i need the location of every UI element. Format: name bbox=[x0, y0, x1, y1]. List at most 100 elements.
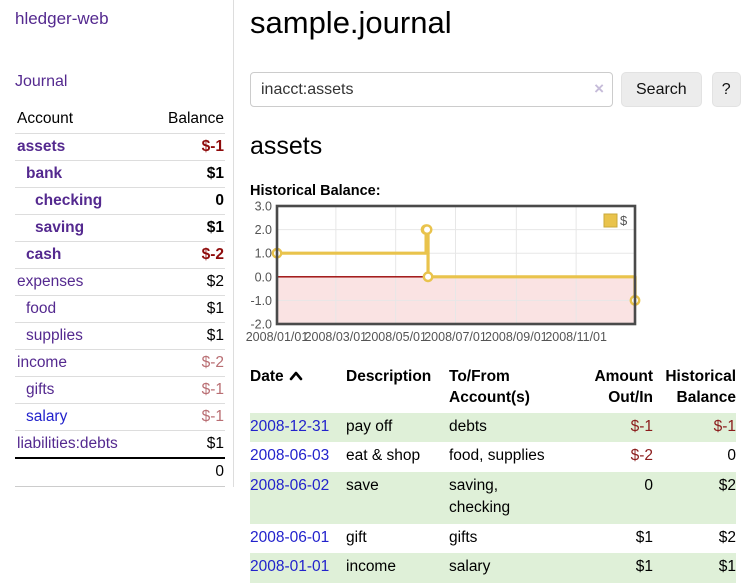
account-balance: $-2 bbox=[148, 350, 225, 377]
clear-search-icon[interactable]: × bbox=[594, 79, 604, 99]
y-tick-label: -1.0 bbox=[250, 294, 272, 308]
register-header-date[interactable]: Date bbox=[250, 365, 346, 413]
account-link-checking[interactable]: checking bbox=[35, 192, 102, 209]
data-point-marker bbox=[424, 273, 432, 281]
chart-title: Historical Balance: bbox=[250, 183, 741, 199]
account-name-cell: supplies bbox=[15, 323, 148, 350]
account-row: liabilities:debts $1 bbox=[15, 431, 225, 459]
register-header-date-label: Date bbox=[250, 368, 284, 385]
transaction-amount: $1 bbox=[568, 553, 653, 582]
accounts-table: Account Balance assets $-1 bank $1 checking 0… bbox=[15, 106, 225, 487]
account-link-supplies[interactable]: supplies bbox=[26, 327, 83, 344]
data-point-marker bbox=[423, 225, 431, 233]
transaction-description: save bbox=[346, 472, 449, 524]
accounts-header-row: Account Balance bbox=[15, 106, 225, 134]
sidebar-item-journal[interactable]: Journal bbox=[15, 73, 67, 91]
page-title: sample.journal bbox=[250, 0, 741, 41]
y-tick-label: 2.0 bbox=[255, 223, 272, 237]
y-tick-label: 1.0 bbox=[255, 247, 272, 261]
account-link-assets[interactable]: assets bbox=[17, 138, 65, 155]
transaction-balance: $2 bbox=[653, 472, 736, 524]
transaction-date-link[interactable]: 2008-06-02 bbox=[250, 477, 329, 494]
search-button[interactable]: Search bbox=[621, 72, 702, 107]
transaction-accounts: debts bbox=[449, 413, 568, 442]
accounts-total-spacer bbox=[15, 458, 148, 487]
account-balance: $-1 bbox=[148, 134, 225, 161]
account-name-cell: income bbox=[15, 350, 148, 377]
transaction-amount: $1 bbox=[568, 524, 653, 553]
search-help-button[interactable]: ? bbox=[712, 72, 741, 107]
transaction-description: pay off bbox=[346, 413, 449, 442]
account-balance: $-1 bbox=[148, 377, 225, 404]
sidebar: hledger-web Journal Account Balance asse… bbox=[0, 0, 234, 487]
transaction-row: 2008-01-01incomesalary$1$1 bbox=[250, 553, 736, 582]
account-name-cell: assets bbox=[15, 134, 148, 161]
x-tick-label: 2008/01/01 bbox=[246, 330, 309, 344]
historical-balance-chart: $3.02.01.00.0-1.0-2.02008/01/012008/03/0… bbox=[250, 204, 650, 346]
sort-ascending-icon bbox=[289, 367, 303, 388]
transaction-description: eat & shop bbox=[346, 442, 449, 471]
y-tick-label: 3.0 bbox=[255, 200, 272, 214]
account-balance: $1 bbox=[148, 161, 225, 188]
transaction-balance: $1 bbox=[653, 553, 736, 582]
account-link-bank[interactable]: bank bbox=[26, 165, 62, 182]
search-input-wrap: × bbox=[250, 72, 613, 107]
y-tick-label: 0.0 bbox=[255, 270, 272, 284]
search-input[interactable] bbox=[250, 72, 613, 107]
register-header-row: Date Description To/From Account(s) Amou… bbox=[250, 365, 736, 413]
accounts-total-row: 0 bbox=[15, 458, 225, 487]
legend-label: $ bbox=[620, 213, 628, 228]
account-name-cell: cash bbox=[15, 242, 148, 269]
account-link-income[interactable]: income bbox=[17, 354, 67, 371]
account-link-cash[interactable]: cash bbox=[26, 246, 61, 263]
main-content: sample.journal × Search ? assets Histori… bbox=[234, 0, 742, 583]
transaction-row: 2008-12-31pay offdebts$-1$-1 bbox=[250, 413, 736, 442]
transaction-date-cell: 2008-06-03 bbox=[250, 442, 346, 471]
account-link-saving[interactable]: saving bbox=[35, 219, 84, 236]
account-row: bank $1 bbox=[15, 161, 225, 188]
transaction-balance: 0 bbox=[653, 442, 736, 471]
chart-svg: $3.02.01.00.0-1.0-2.02008/01/012008/03/0… bbox=[250, 204, 650, 346]
transaction-date-link[interactable]: 2008-06-01 bbox=[250, 529, 329, 546]
account-balance: $-1 bbox=[148, 404, 225, 431]
account-heading: assets bbox=[250, 132, 741, 161]
transaction-amount: $-2 bbox=[568, 442, 653, 471]
transaction-description: income bbox=[346, 553, 449, 582]
transaction-accounts: food, supplies bbox=[449, 442, 568, 471]
account-name-cell: liabilities:debts bbox=[15, 431, 148, 459]
account-row: gifts $-1 bbox=[15, 377, 225, 404]
x-tick-label: 2008/11/01 bbox=[545, 330, 607, 344]
account-row: saving$1 bbox=[15, 215, 225, 242]
account-row: cash$-2 bbox=[15, 242, 225, 269]
transaction-date-cell: 2008-01-01 bbox=[250, 553, 346, 582]
register-header-amount: Amount Out/In bbox=[568, 365, 653, 413]
account-balance: $1 bbox=[148, 431, 225, 459]
accounts-header-account: Account bbox=[15, 106, 148, 134]
transaction-date-cell: 2008-12-31 bbox=[250, 413, 346, 442]
app-window: hledger-web Journal Account Balance asse… bbox=[0, 0, 742, 583]
transaction-date-cell: 2008-06-01 bbox=[250, 524, 346, 553]
account-balance: $1 bbox=[148, 323, 225, 350]
account-link-food[interactable]: food bbox=[26, 300, 56, 317]
account-link-salary[interactable]: salary bbox=[26, 408, 67, 425]
account-name-cell: saving bbox=[15, 215, 148, 242]
account-link-liabilities-debts[interactable]: liabilities:debts bbox=[17, 435, 118, 452]
transaction-balance: $2 bbox=[653, 524, 736, 553]
account-balance: 0 bbox=[148, 188, 225, 215]
account-name-cell: checking bbox=[15, 188, 148, 215]
account-row: assets $-1 bbox=[15, 134, 225, 161]
account-row: food $1 bbox=[15, 296, 225, 323]
transaction-row: 2008-06-01 giftgifts$1$2 bbox=[250, 524, 736, 553]
transaction-date-link[interactable]: 2008-01-01 bbox=[250, 558, 329, 575]
transaction-row: 2008-06-03 eat & shopfood, supplies$-20 bbox=[250, 442, 736, 471]
account-balance: $1 bbox=[148, 296, 225, 323]
transaction-row: 2008-06-02savesaving, checking0$2 bbox=[250, 472, 736, 524]
account-link-expenses[interactable]: expenses bbox=[17, 273, 83, 290]
transaction-date-link[interactable]: 2008-12-31 bbox=[250, 418, 329, 435]
transaction-description: gift bbox=[346, 524, 449, 553]
transaction-accounts: gifts bbox=[449, 524, 568, 553]
x-tick-label: 2008/05/01 bbox=[364, 330, 427, 344]
app-title-link[interactable]: hledger-web bbox=[15, 9, 109, 29]
account-link-gifts[interactable]: gifts bbox=[26, 381, 54, 398]
transaction-date-link[interactable]: 2008-06-03 bbox=[250, 447, 329, 464]
